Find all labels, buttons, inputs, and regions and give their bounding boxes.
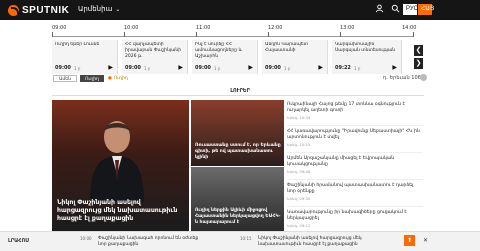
timeline-label: 11:00 xyxy=(196,25,211,31)
divider xyxy=(287,152,423,153)
program-title: Անդին Կարապետ Հայաստանի xyxy=(265,42,308,53)
timeline-axis xyxy=(52,36,414,37)
timeline-label: 13:00 xyxy=(340,25,355,31)
news-time: Երեկ, 09:12 xyxy=(287,223,311,228)
timeline-tick xyxy=(196,32,197,37)
program-card[interactable]: Ուղիղ եթեր Լուսնե 09:00 1 ր ▶ xyxy=(52,40,118,74)
news-title: Կառավարությունը իր նախագիծերը ցուցակում … xyxy=(287,210,407,221)
program-time: 09:00 xyxy=(125,65,141,71)
news-card[interactable]: Ռուսաստանը ստում է, որ Երևանը գիտի, թե ո… xyxy=(191,100,284,166)
divider xyxy=(287,206,423,207)
program-card[interactable]: ՀՀ վարչապետի իրավաբան Փաշինյանի 2026 թ. … xyxy=(122,40,188,74)
timeline-label: 10:00 xyxy=(124,25,139,31)
ticker-time: 10:00 xyxy=(80,236,92,241)
divider xyxy=(287,125,423,126)
region-selector[interactable]: Արմենիա ⌄ xyxy=(78,5,120,13)
broadcast-timeline: 09:00 10:00 11:00 12:00 13:00 14:00 xyxy=(52,22,417,42)
ticker-item[interactable]: Փաշինյանի Նախագահ որոնում են օժտեք նոր ք… xyxy=(98,236,208,248)
play-icon[interactable]: ▶ xyxy=(318,64,323,71)
feature-story[interactable]: Նիկոլ Փաշինյանի ասելով հարցազրույց մեկ ն… xyxy=(52,100,189,231)
timeline-tick xyxy=(268,32,269,37)
ticker-label: ԼՐԱՀՈՍ xyxy=(8,238,29,244)
program-card[interactable]: Անդին Կարապետ Հայաստանի 09:00 1 ր ▶ xyxy=(262,40,328,74)
schedule-toggle-all[interactable]: Ամեն xyxy=(53,75,77,82)
news-card-caption: Ուղիղ ներքին Ալիևի միջոցով Հայաստանին նե… xyxy=(195,208,281,225)
news-time: Երեկ, 09:48 xyxy=(287,169,311,174)
ticker-item[interactable]: Նիկոլ Փաշինյանի ասելով հարցազրույց մեկ ն… xyxy=(258,236,398,248)
news-card[interactable]: Ուղիղ ներքին Ալիևի միջոցով Հայաստանին նե… xyxy=(191,167,284,231)
program-title: Ուղիղ եթեր Լուսնե xyxy=(55,42,100,47)
arrow-up-icon[interactable]: ⬆ xyxy=(404,235,415,246)
news-time: Երեկ, 10:34 xyxy=(287,115,311,120)
program-card[interactable]: Կարգախոսային Սարգսյան տնտեսության 09:22 … xyxy=(332,40,402,74)
schedule-toggle-live[interactable]: Ուղիղ xyxy=(80,75,104,82)
timeline-label: 12:00 xyxy=(268,25,283,31)
region-label: Արմենիա xyxy=(78,5,113,13)
play-icon[interactable]: ▶ xyxy=(178,64,183,71)
news-list-item[interactable]: Արմեն Արզաշանյանը միացել է Եվրոպական կու… xyxy=(287,156,423,174)
language-ru-button[interactable]: РУС xyxy=(403,4,418,15)
ticker-time: 10:15 xyxy=(240,236,252,241)
program-duration: 1 ր xyxy=(354,66,361,71)
brand-name: SPUTNIK xyxy=(22,4,70,16)
radio-status-icon xyxy=(420,74,427,81)
chevron-right-icon[interactable]: ❯ xyxy=(414,58,423,69)
sputnik-logo[interactable]: SPUTNIK xyxy=(8,4,69,16)
section-divider xyxy=(52,95,424,96)
news-card-caption: Ռուսաստանը ստում է, որ Երևանը գիտի, թե ո… xyxy=(195,143,281,160)
program-time: 09:00 xyxy=(265,65,281,71)
news-title: Ուկրաինայի Հայոց թեմը 17 տոննա օգնությու… xyxy=(287,102,405,113)
news-list-item[interactable]: Փաշինյանի հրամանով պատասխանատու է դարձել… xyxy=(287,183,423,201)
program-time: 09:00 xyxy=(195,65,211,71)
program-card[interactable]: Ինչ է սուրճը ՀՀ ամուսնացողները և Աշխարհն… xyxy=(192,40,258,74)
live-indicator[interactable]: Ուղիղ xyxy=(108,76,128,81)
program-strip: Ուղիղ եթեր Լուսնե 09:00 1 ր ▶ ՀՀ վարչապե… xyxy=(52,40,412,76)
program-duration: 1 ր xyxy=(284,66,291,71)
news-list-item[interactable]: Ուկրաինայի Հայոց թեմը 17 տոննա օգնությու… xyxy=(287,102,423,120)
news-ticker: ԼՐԱՀՈՍ 10:00 Փաշինյանի Նախագահ որոնում ե… xyxy=(0,231,480,251)
news-title: Փաշինյանի հրամանով պատասխանատու է դարձել… xyxy=(287,183,414,194)
user-icon[interactable] xyxy=(374,4,385,15)
program-title: Ինչ է սուրճը ՀՀ ամուսնացողները և Աշխարհն xyxy=(195,42,243,59)
news-title: Արմեն Արզաշանյանը միացել է Եվրոպական կու… xyxy=(287,156,395,167)
language-hy-button[interactable]: ՀԱՅ xyxy=(418,4,434,15)
timeline-label: 09:00 xyxy=(52,25,67,31)
timeline-tick xyxy=(52,32,53,37)
news-time: Երեկ, 09:30 xyxy=(287,196,311,201)
feature-photo xyxy=(90,121,144,202)
top-header: SPUTNIK Արմենիա ⌄ РУС ՀԱՅ xyxy=(0,0,480,20)
play-icon[interactable]: ▶ xyxy=(248,64,253,71)
divider xyxy=(287,179,423,180)
program-time: 09:22 xyxy=(335,65,351,71)
program-time: 09:00 xyxy=(55,65,71,71)
program-title: Կարգախոսային Սարգսյան տնտեսության xyxy=(335,42,396,53)
timeline-tick xyxy=(413,32,414,37)
section-title: ԼՈՒՐԵՐ xyxy=(230,88,250,94)
program-duration: 1 ր xyxy=(144,66,151,71)
close-icon[interactable]: ✕ xyxy=(423,237,428,244)
chevron-left-icon[interactable]: ❮ xyxy=(414,45,423,56)
play-icon[interactable]: ▶ xyxy=(108,64,113,71)
news-list-item[interactable]: Կառավարությունը իր նախագիծերը ցուցակում … xyxy=(287,210,423,228)
chevron-down-icon: ⌄ xyxy=(115,5,121,13)
timeline-tick xyxy=(124,32,125,37)
search-icon[interactable] xyxy=(390,4,401,15)
sputnik-logo-mark-icon xyxy=(8,4,19,16)
timeline-tick xyxy=(340,32,341,37)
play-icon[interactable]: ▶ xyxy=(392,64,397,71)
program-duration: 1 ր xyxy=(214,66,221,71)
program-duration: 1 ր xyxy=(74,66,81,71)
feature-caption: Նիկոլ Փաշինյանի ասելով հարցազրույց մեկ ն… xyxy=(57,199,178,222)
timeline-label: 14:00 xyxy=(402,25,417,31)
news-time: Երեկ, 10:15 xyxy=(287,142,311,147)
news-title: ՀՀ կառավարությունը "Իրավունք Սեբաստիայի"… xyxy=(287,129,420,140)
news-list-item[interactable]: ՀՀ կառավարությունը "Իրավունք Սեբաստիայի"… xyxy=(287,129,423,147)
program-title: ՀՀ վարչապետի իրավաբան Փաշինյանի 2026 թ. xyxy=(125,42,182,59)
